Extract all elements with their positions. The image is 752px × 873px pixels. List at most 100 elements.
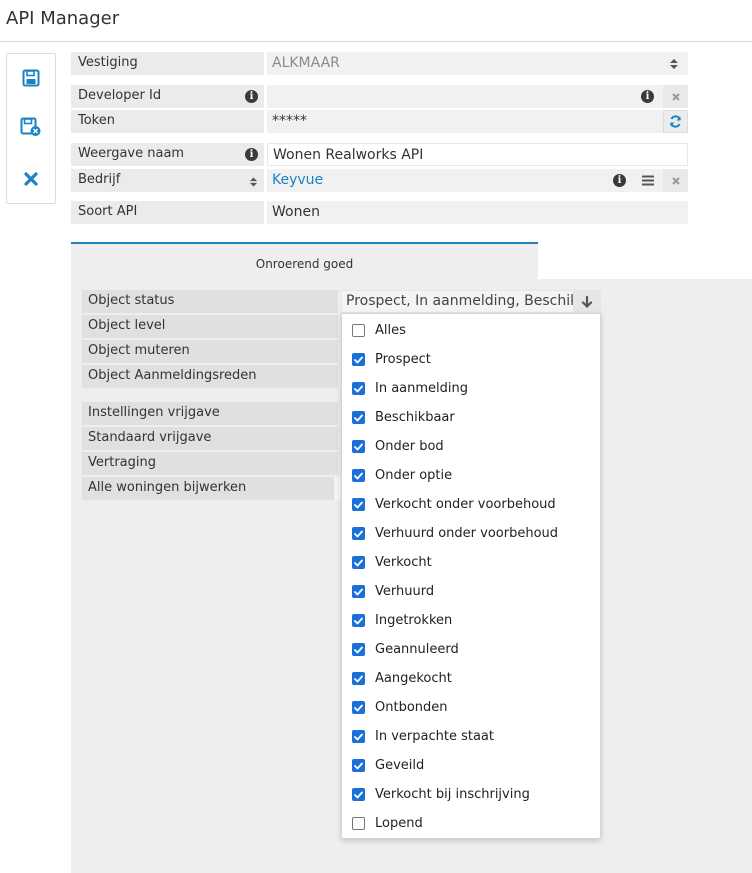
status-option[interactable]: Lopend: [342, 809, 600, 838]
status-option[interactable]: In aanmelding: [342, 374, 600, 403]
checkbox-checked-icon[interactable]: [352, 788, 365, 801]
arrow-down-icon[interactable]: [573, 291, 600, 312]
status-option-label: In aanmelding: [375, 381, 469, 396]
weergave-naam-input[interactable]: Wonen Realworks API: [267, 143, 688, 166]
close-icon: [24, 172, 38, 186]
status-option-label: Verkocht: [375, 555, 432, 570]
token-field[interactable]: *****: [267, 110, 688, 133]
checkbox-checked-icon[interactable]: [352, 701, 365, 714]
status-option-label: Verkocht bij inschrijving: [375, 787, 530, 802]
status-option[interactable]: Beschikbaar: [342, 403, 600, 432]
status-option-label: In verpachte staat: [375, 729, 494, 744]
checkbox-checked-icon[interactable]: [352, 411, 365, 424]
bedrijf-link[interactable]: Keyvue: [272, 172, 323, 188]
token-label: Token: [71, 110, 264, 133]
status-option[interactable]: Verkocht onder voorbehoud: [342, 490, 600, 519]
checkbox-checked-icon[interactable]: [352, 643, 365, 656]
status-option[interactable]: Geveild: [342, 751, 600, 780]
action-toolbar: [6, 53, 56, 204]
object-status-value: Prospect, In aanmelding, Beschikbaar: [346, 293, 601, 309]
title-divider: [0, 41, 752, 42]
status-option[interactable]: Ontbonden: [342, 693, 600, 722]
bedrijf-field[interactable]: Keyvue i: [267, 169, 688, 192]
status-option-label: Onder bod: [375, 439, 444, 454]
checkbox-checked-icon[interactable]: [352, 353, 365, 366]
status-option-label: Prospect: [375, 352, 431, 367]
status-option[interactable]: Onder optie: [342, 461, 600, 490]
soort-api-label: Soort API: [71, 201, 264, 224]
info-icon[interactable]: i: [245, 90, 258, 103]
checkbox-checked-icon[interactable]: [352, 556, 365, 569]
checkbox-checked-icon[interactable]: [352, 614, 365, 627]
checkbox-checked-icon[interactable]: [352, 527, 365, 540]
developer-id-info-button[interactable]: i: [635, 85, 660, 108]
tab-bar-empty: [538, 242, 752, 279]
checkbox-checked-icon[interactable]: [352, 498, 365, 511]
status-option-label: Verhuurd: [375, 584, 435, 599]
vestiging-value: ALKMAAR: [272, 55, 340, 71]
status-option-label: Ingetrokken: [375, 613, 453, 628]
developer-id-field[interactable]: i: [267, 85, 688, 108]
status-option[interactable]: Verhuurd: [342, 577, 600, 606]
status-option[interactable]: Verkocht bij inschrijving: [342, 780, 600, 809]
cancel-button[interactable]: [7, 164, 55, 194]
object-aanmeldingsreden-label: Object Aanmeldingsreden: [82, 365, 338, 388]
tab-onroerend-goed[interactable]: Onroerend goed: [71, 242, 538, 279]
status-option[interactable]: Geannuleerd: [342, 635, 600, 664]
status-option-label: Geveild: [375, 758, 425, 773]
save-and-close-button[interactable]: [7, 112, 55, 142]
status-option-label: Verkocht onder voorbehoud: [375, 497, 556, 512]
status-option[interactable]: Ingetrokken: [342, 606, 600, 635]
sort-icon[interactable]: [249, 174, 258, 196]
sort-icon: [661, 52, 686, 75]
bedrijf-info-button[interactable]: i: [607, 169, 632, 192]
status-option[interactable]: Verkocht: [342, 548, 600, 577]
standaard-vrijgave-label: Standaard vrijgave: [82, 427, 338, 450]
object-muteren-label: Object muteren: [82, 340, 338, 363]
token-value: *****: [272, 113, 307, 129]
status-option[interactable]: In verpachte staat: [342, 722, 600, 751]
list-button[interactable]: [635, 169, 660, 192]
status-option-label: Lopend: [375, 816, 423, 831]
status-option[interactable]: Verhuurd onder voorbehoud: [342, 519, 600, 548]
save-button[interactable]: [7, 63, 55, 93]
vestiging-label: Vestiging: [71, 52, 264, 75]
status-option[interactable]: Prospect: [342, 345, 600, 374]
checkbox-unchecked-icon[interactable]: [352, 817, 365, 830]
status-option-label: Aangekocht: [375, 671, 452, 686]
checkbox-checked-icon[interactable]: [352, 672, 365, 685]
clear-button[interactable]: [663, 85, 688, 108]
checkbox-checked-icon[interactable]: [352, 469, 365, 482]
info-icon: i: [641, 90, 654, 103]
developer-id-label: Developer Id i: [71, 85, 264, 108]
clear-icon: [671, 176, 680, 185]
list-icon: [641, 175, 654, 186]
save-close-icon: [20, 117, 41, 136]
save-icon: [22, 69, 40, 87]
refresh-icon: [670, 115, 681, 128]
alle-woningen-bijwerken-label: Alle woningen bijwerken: [82, 477, 334, 500]
checkbox-checked-icon[interactable]: [352, 759, 365, 772]
status-option-label: Beschikbaar: [375, 410, 455, 425]
status-option[interactable]: Onder bod: [342, 432, 600, 461]
checkbox-unchecked-icon[interactable]: [352, 324, 365, 337]
clear-button[interactable]: [663, 169, 688, 192]
checkbox-checked-icon[interactable]: [352, 440, 365, 453]
object-status-label: Object status: [82, 290, 338, 313]
checkbox-checked-icon[interactable]: [352, 730, 365, 743]
checkbox-checked-icon[interactable]: [352, 382, 365, 395]
info-icon: i: [613, 174, 626, 187]
info-icon[interactable]: i: [245, 148, 258, 161]
object-level-label: Object level: [82, 315, 338, 338]
clear-icon: [671, 92, 680, 101]
vertraging-label: Vertraging: [82, 452, 338, 475]
status-option[interactable]: Aangekocht: [342, 664, 600, 693]
soort-api-value: Wonen: [267, 201, 688, 224]
object-status-select[interactable]: Prospect, In aanmelding, Beschikbaar: [341, 290, 601, 313]
vestiging-select[interactable]: ALKMAAR: [267, 52, 688, 75]
status-option[interactable]: Alles: [342, 316, 600, 345]
status-option-label: Verhuurd onder voorbehoud: [375, 526, 559, 541]
page-title: API Manager: [6, 8, 120, 29]
checkbox-checked-icon[interactable]: [352, 585, 365, 598]
refresh-token-button[interactable]: [663, 110, 688, 133]
